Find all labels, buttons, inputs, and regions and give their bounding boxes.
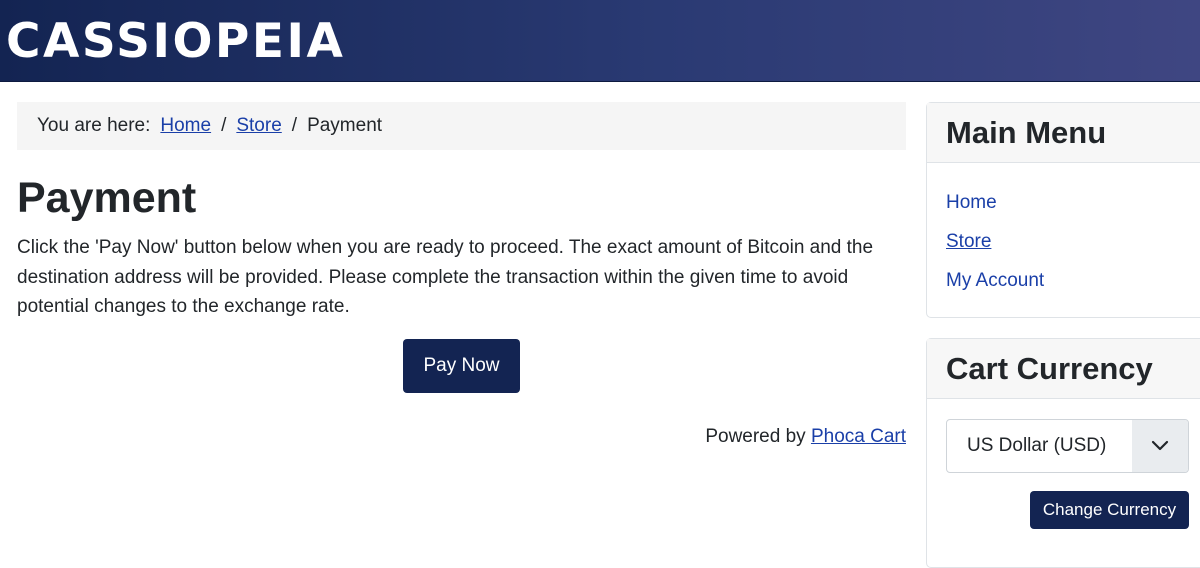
page-title: Payment [17,174,197,222]
main-menu-list: Home Store My Account [927,163,1200,300]
cart-currency-title: Cart Currency [927,339,1200,399]
pay-now-button[interactable]: Pay Now [403,339,520,393]
site-brand-logo[interactable]: CASSIOPEIA [6,14,345,70]
breadcrumb-link-home[interactable]: Home [160,115,211,137]
phoca-cart-link[interactable]: Phoca Cart [811,426,906,447]
menu-link-home[interactable]: Home [946,192,997,213]
breadcrumb-current: Payment [307,115,383,136]
currency-select-value: US Dollar (USD) [967,435,1107,456]
cart-currency-card: Cart Currency US Dollar (USD) Change Cur… [926,338,1200,568]
menu-item: Store [946,222,1200,261]
powered-by: Powered by Phoca Cart [705,426,906,448]
powered-by-label: Powered by [705,426,806,447]
breadcrumb-separator: / [291,115,298,136]
menu-link-my-account[interactable]: My Account [946,270,1044,291]
main-menu-card: Main Menu Home Store My Account [926,102,1200,318]
menu-item: Home [946,183,1200,222]
chevron-down-icon [1132,420,1188,472]
menu-link-store[interactable]: Store [946,231,991,252]
breadcrumb: You are here: Home / Store / Payment [17,102,906,150]
menu-item: My Account [946,261,1200,300]
change-currency-button[interactable]: Change Currency [1030,491,1189,529]
payment-instructions: Click the 'Pay Now' button below when yo… [17,237,874,317]
currency-select[interactable]: US Dollar (USD) [946,419,1189,473]
main-menu-title: Main Menu [927,103,1200,163]
breadcrumb-link-store[interactable]: Store [236,115,281,137]
breadcrumb-prefix: You are here: [37,115,151,136]
breadcrumb-separator: / [221,115,227,136]
site-header: CASSIOPEIA [0,0,1200,82]
